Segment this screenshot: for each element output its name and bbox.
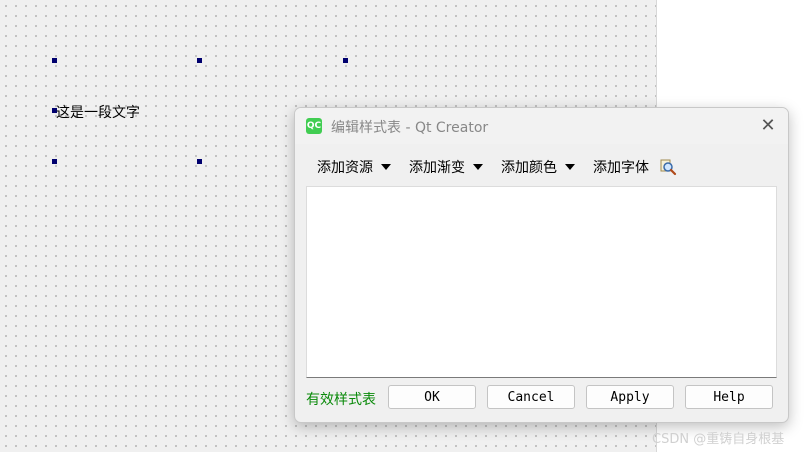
selection-handle-top-right[interactable] [343,58,348,63]
dialog-title: 编辑样式表 - Qt Creator [331,120,489,136]
chevron-down-icon[interactable] [473,164,483,170]
close-icon[interactable]: ✕ [758,116,778,136]
chevron-down-icon[interactable] [565,164,575,170]
qt-creator-icon: QC [306,118,322,134]
apply-button[interactable]: Apply [586,385,674,409]
valid-stylesheet-status: 有效样式表 [306,392,376,408]
dialog-titlebar[interactable]: QC 编辑样式表 - Qt Creator ✕ [295,108,788,144]
watermark: CSDN @重铸自身根基 [652,432,785,447]
label-widget[interactable]: 这是一段文字 [56,102,140,122]
add-font-button[interactable]: 添加字体 [583,155,681,179]
chevron-down-icon[interactable] [381,164,391,170]
add-color-button[interactable]: 添加颜色 [491,155,583,179]
selection-handle-bottom-center[interactable] [197,159,202,164]
stylesheet-editor[interactable] [306,186,777,378]
stylesheet-toolbar: 添加资源 添加渐变 添加颜色 添加字体 [307,155,681,179]
ok-button[interactable]: OK [388,385,476,409]
selection-handle-bottom-left[interactable] [52,159,57,164]
add-gradient-label: 添加渐变 [409,160,465,176]
help-button[interactable]: Help [685,385,773,409]
add-color-label: 添加颜色 [501,160,557,176]
edit-stylesheet-dialog: QC 编辑样式表 - Qt Creator ✕ 添加资源 添加渐变 添加颜色 添… [294,107,789,423]
add-resource-label: 添加资源 [317,160,373,176]
cancel-button[interactable]: Cancel [487,385,575,409]
selection-handle-top-left[interactable] [52,58,57,63]
add-font-label: 添加字体 [593,160,649,176]
add-gradient-button[interactable]: 添加渐变 [399,155,491,179]
selection-handle-top-center[interactable] [197,58,202,63]
add-resource-button[interactable]: 添加资源 [307,155,399,179]
magnifier-icon[interactable] [659,158,677,176]
